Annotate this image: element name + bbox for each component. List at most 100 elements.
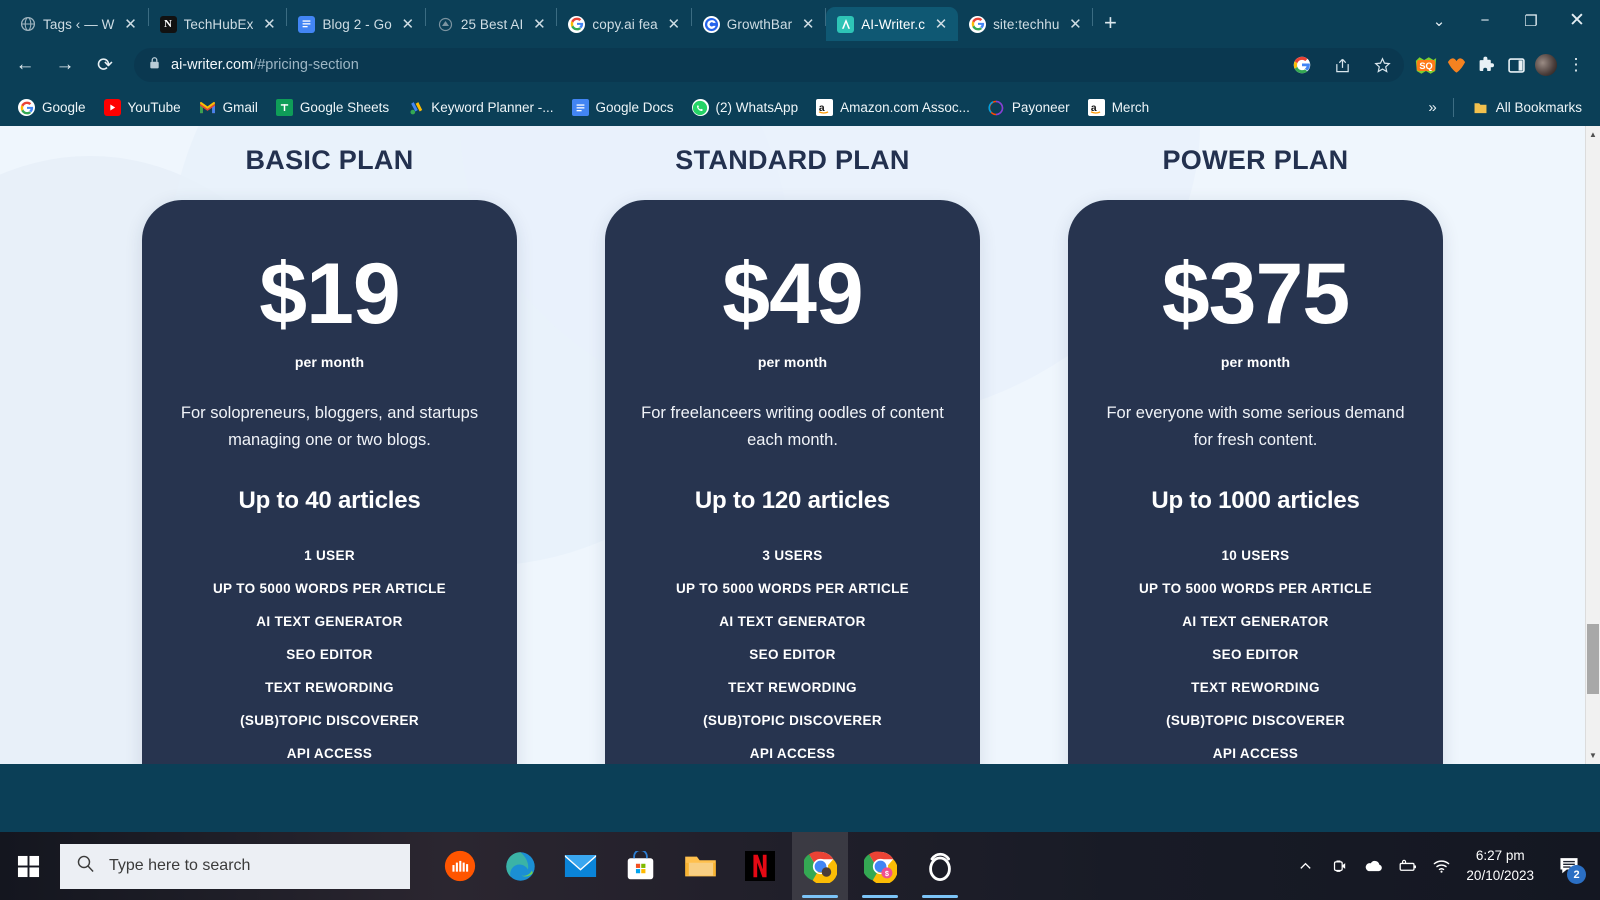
tab-close-icon[interactable]: ✕	[399, 17, 417, 32]
share-icon[interactable]	[1328, 51, 1356, 79]
bookmarks-divider	[1452, 98, 1454, 117]
forward-button[interactable]: →	[46, 46, 84, 84]
google-lens-icon[interactable]	[1288, 51, 1316, 79]
microsoft-store-taskbar-icon[interactable]	[612, 832, 668, 900]
mozbar-extension-icon[interactable]	[1442, 51, 1470, 79]
taskbar-search-input[interactable]: Type here to search	[60, 843, 410, 889]
tab-close-icon[interactable]: ✕	[122, 17, 140, 32]
bookmark-label: YouTube	[127, 100, 181, 115]
taskbar-clock[interactable]: 6:27 pm 20/10/2023	[1458, 846, 1546, 885]
bookmark-gmail[interactable]: Gmail	[191, 95, 266, 120]
google-icon	[969, 15, 987, 33]
bookmark-star-icon[interactable]	[1368, 51, 1396, 79]
browser-tab-2[interactable]: Blog 2 - Go ✕	[287, 7, 424, 41]
tab-close-icon[interactable]: ✕	[932, 17, 950, 32]
plan-card: $19 per month For solopreneurs, bloggers…	[142, 200, 517, 764]
bookmark-label: Keyword Planner -...	[431, 100, 554, 115]
scroll-down-arrow-icon[interactable]: ▼	[1586, 747, 1600, 764]
plan-feature: 1 USER	[304, 547, 355, 563]
browser-tab-6-active[interactable]: AI-Writer.c ✕	[826, 7, 959, 41]
browser-tab-5[interactable]: GrowthBar ✕	[692, 7, 825, 41]
pricing-section: BASIC PLAN $19 per month For solopreneur…	[0, 126, 1585, 764]
address-bar[interactable]: ai-writer.com/#pricing-section	[134, 48, 1404, 82]
clock-date: 20/10/2023	[1466, 868, 1534, 883]
seoquake-extension-icon[interactable]: SQ	[1412, 51, 1440, 79]
page-viewport: BASIC PLAN $19 per month For solopreneur…	[0, 126, 1600, 764]
opera-taskbar-icon[interactable]	[912, 832, 968, 900]
url-text: ai-writer.com/#pricing-section	[171, 57, 359, 73]
side-panel-icon[interactable]	[1502, 51, 1530, 79]
plan-feature: SEO EDITOR	[1212, 646, 1299, 662]
browser-tab-3[interactable]: 25 Best AI ✕	[426, 7, 557, 41]
close-window-button[interactable]: ✕	[1554, 0, 1600, 41]
browser-tab-0[interactable]: Tags ‹ — W ✕	[8, 7, 148, 41]
google-chrome-taskbar-icon[interactable]	[792, 832, 848, 900]
bookmarks-overflow-icon[interactable]: »	[1422, 99, 1442, 116]
netflix-taskbar-icon[interactable]	[732, 832, 788, 900]
extensions-puzzle-icon[interactable]	[1472, 51, 1500, 79]
browser-tab-1[interactable]: N TechHubEx ✕	[149, 7, 287, 41]
bookmark-keyword-planner[interactable]: Keyword Planner -...	[399, 95, 561, 120]
amazon-icon: a	[1087, 99, 1105, 116]
bookmark-label: Payoneer	[1011, 100, 1070, 115]
plan-period: per month	[1220, 354, 1291, 371]
plan-feature-list: 1 USER UP TO 5000 WORDS PER ARTICLE AI T…	[168, 548, 491, 761]
tab-title: copy.ai fea	[592, 16, 658, 32]
google-docs-icon	[298, 15, 316, 33]
file-explorer-taskbar-icon[interactable]	[672, 832, 728, 900]
plan-feature: UP TO 5000 WORDS PER ARTICLE	[212, 580, 447, 596]
plan-feature: AI TEXT GENERATOR	[1182, 613, 1329, 629]
plan-description: For everyone with some serious demand fo…	[1106, 404, 1405, 449]
all-bookmarks-button[interactable]: All Bookmarks	[1464, 95, 1590, 120]
bookmark-google[interactable]: Google	[10, 95, 94, 120]
plan-feature: SEO EDITOR	[749, 646, 836, 662]
plan-price: $19	[259, 246, 401, 342]
bookmark-google-docs[interactable]: Google Docs	[564, 95, 682, 120]
tab-strip: Tags ‹ — W ✕ N TechHubEx ✕ Blog 2 - Go ✕…	[0, 0, 1600, 41]
pricing-plan-power: POWER PLAN $375 per month For everyone w…	[1068, 145, 1443, 764]
bookmark-whatsapp[interactable]: (2) WhatsApp	[684, 95, 807, 120]
google-icon	[18, 99, 35, 116]
notification-center-button[interactable]: 2	[1546, 832, 1592, 900]
omnibox-actions	[1288, 51, 1396, 79]
back-button[interactable]: ←	[6, 46, 44, 84]
tab-close-icon[interactable]: ✕	[665, 17, 683, 32]
tab-close-icon[interactable]: ✕	[1066, 17, 1084, 32]
tab-close-icon[interactable]: ✕	[260, 17, 278, 32]
tab-close-icon[interactable]: ✕	[799, 17, 817, 32]
mail-taskbar-icon[interactable]	[552, 832, 608, 900]
plan-article-quota: Up to 1000 articles	[1151, 486, 1360, 514]
bookmark-google-sheets[interactable]: Google Sheets	[268, 95, 397, 120]
chrome-menu-kebab-icon[interactable]: ⋮	[1562, 51, 1590, 79]
bookmark-youtube[interactable]: YouTube	[96, 95, 189, 120]
show-hidden-icons-chevron[interactable]	[1288, 832, 1322, 900]
wifi-tray-icon[interactable]	[1424, 832, 1458, 900]
maximize-restore-button[interactable]: ❐	[1508, 0, 1554, 41]
tab-search-chevron-icon[interactable]: ⌄	[1416, 0, 1462, 41]
plan-feature: UP TO 5000 WORDS PER ARTICLE	[1138, 580, 1373, 596]
svg-text:SQ: SQ	[1419, 60, 1432, 70]
browser-tab-7[interactable]: site:techhu ✕	[958, 7, 1092, 41]
browser-tab-4[interactable]: copy.ai fea ✕	[557, 7, 690, 41]
bookmarks-overflow-area: » All Bookmarks	[1422, 95, 1590, 120]
avatar[interactable]	[1532, 51, 1560, 79]
battery-tray-icon[interactable]	[1390, 832, 1424, 900]
soundcloud-taskbar-icon[interactable]	[432, 832, 488, 900]
microsoft-edge-taskbar-icon[interactable]	[492, 832, 548, 900]
tab-close-icon[interactable]: ✕	[530, 17, 548, 32]
page-scrollbar[interactable]: ▲ ▼	[1585, 126, 1600, 764]
webcam-tray-icon[interactable]	[1322, 832, 1356, 900]
minimize-button[interactable]: −	[1462, 0, 1508, 41]
bookmark-merch[interactable]: a Merch	[1080, 95, 1158, 120]
google-chrome-profile-taskbar-icon[interactable]: $	[852, 832, 908, 900]
onedrive-tray-icon[interactable]	[1356, 832, 1390, 900]
tab-title: TechHubEx	[183, 16, 254, 32]
scrollbar-thumb[interactable]	[1587, 624, 1599, 694]
scroll-up-arrow-icon[interactable]: ▲	[1586, 126, 1600, 143]
bookmark-amazon-associates[interactable]: a Amazon.com Assoc...	[808, 95, 978, 120]
new-tab-button[interactable]: +	[1093, 6, 1127, 40]
svg-text:$: $	[884, 869, 888, 878]
start-button[interactable]	[0, 832, 56, 900]
reload-button[interactable]: ⟳	[86, 46, 124, 84]
bookmark-payoneer[interactable]: Payoneer	[980, 95, 1078, 120]
